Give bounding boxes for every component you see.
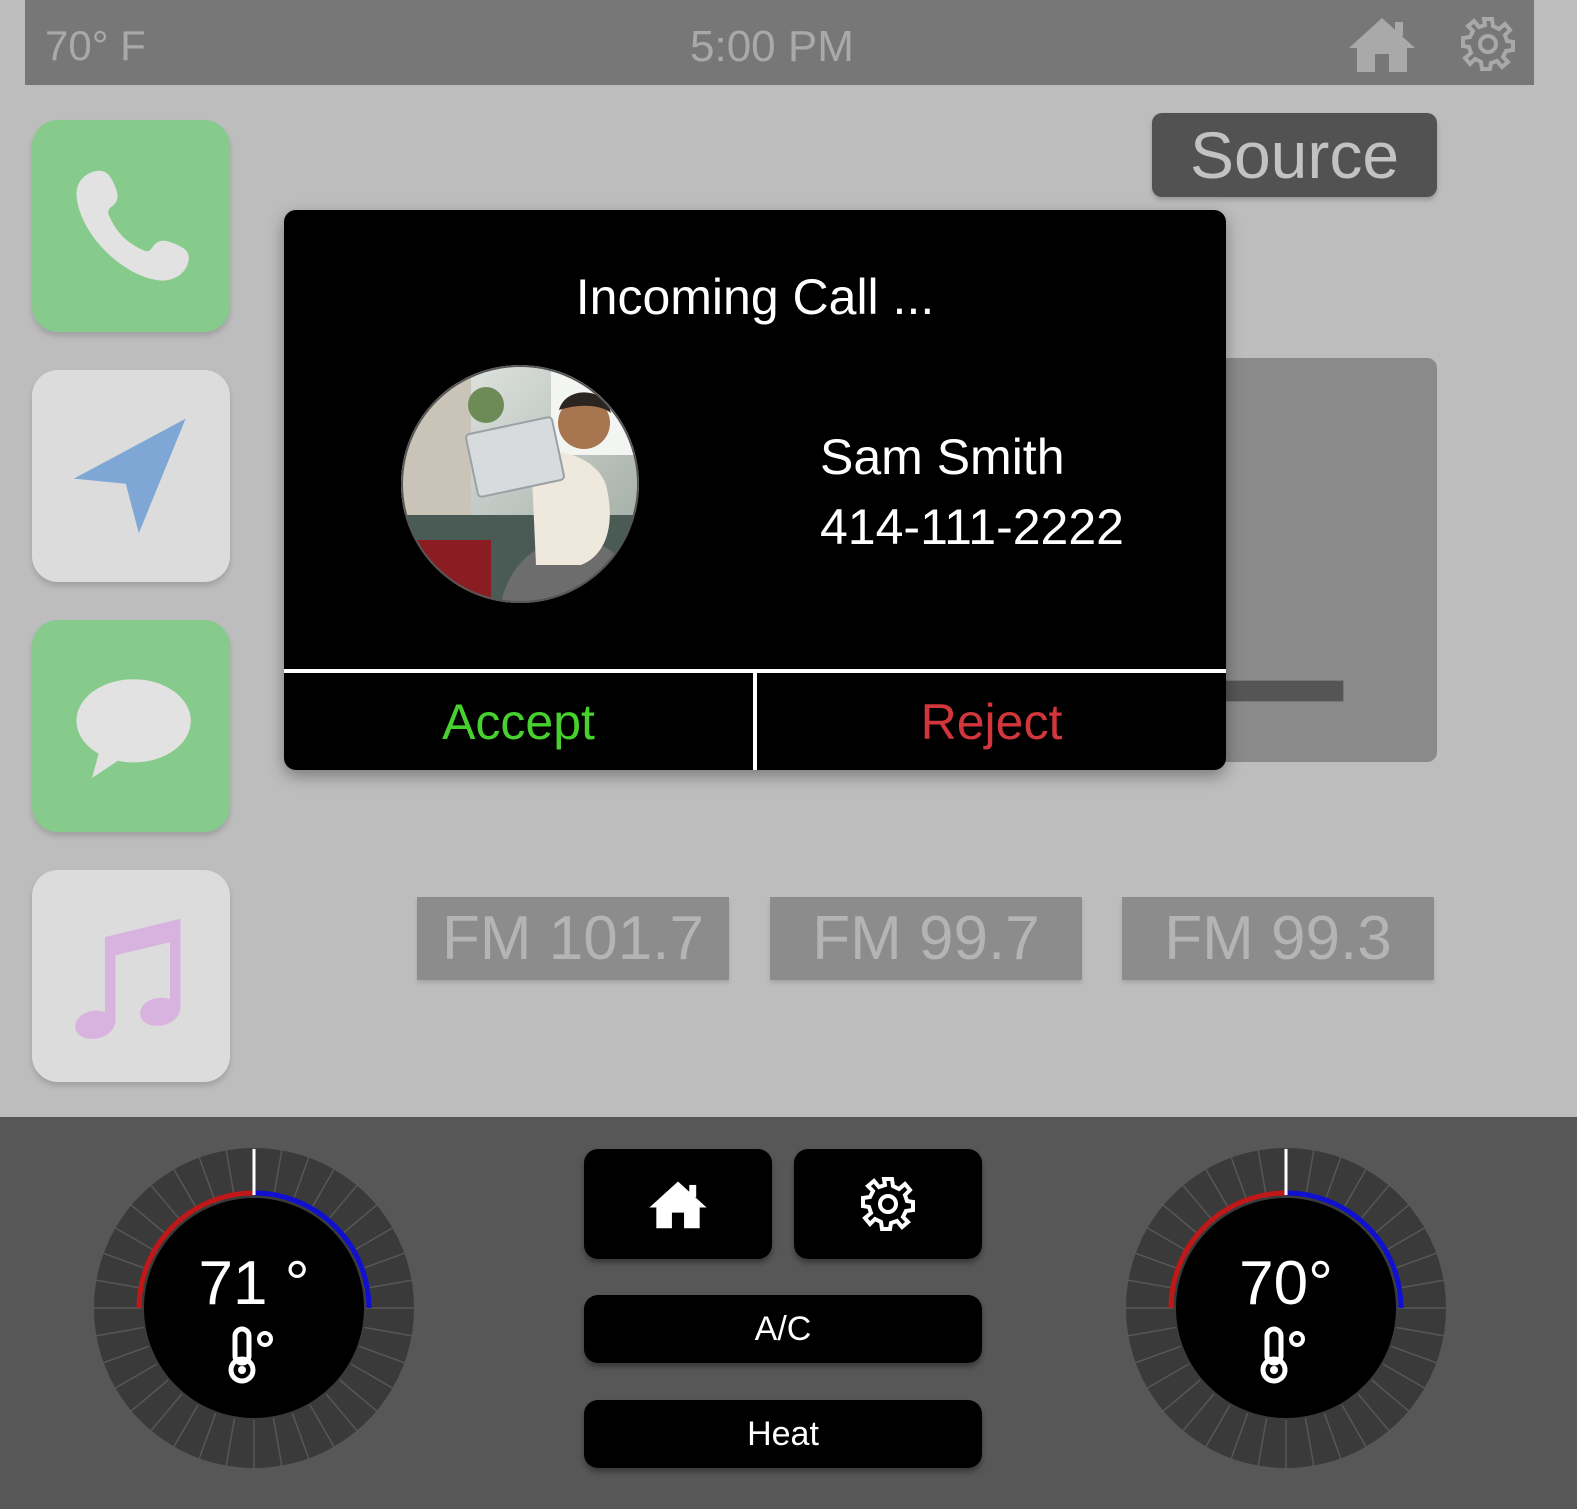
- preset-button-2[interactable]: FM 99.7: [770, 897, 1082, 980]
- navigation-arrow-icon: [73, 418, 186, 534]
- phone-icon: [76, 170, 189, 281]
- outside-temperature: 70° F: [45, 22, 146, 69]
- right-temperature-value: 70°: [1239, 1249, 1333, 1318]
- caller-number: 414-111-2222: [820, 499, 1124, 555]
- preset-button-3[interactable]: FM 99.3: [1122, 897, 1434, 980]
- messages-app-tile[interactable]: [32, 620, 230, 832]
- message-bubble-icon: [76, 679, 191, 778]
- preset-button-1[interactable]: FM 101.7: [417, 897, 729, 980]
- left-temperature-dial[interactable]: 71 °: [89, 1143, 419, 1473]
- music-app-tile[interactable]: [32, 870, 230, 1082]
- ac-button[interactable]: A/C: [584, 1295, 982, 1363]
- thermometer-icon: [225, 1325, 285, 1390]
- navigation-app-tile[interactable]: [32, 370, 230, 582]
- left-temperature-value: 71 °: [198, 1249, 310, 1318]
- right-temperature-dial[interactable]: 70°: [1121, 1143, 1451, 1473]
- climate-home-button[interactable]: [584, 1149, 772, 1259]
- media-progress-bar[interactable]: [1220, 680, 1344, 702]
- source-button[interactable]: Source: [1152, 113, 1437, 197]
- status-bar: 70° F 5:00 PM: [25, 0, 1534, 85]
- home-icon[interactable]: [1347, 14, 1417, 74]
- thermometer-icon: [1257, 1325, 1317, 1390]
- music-note-icon: [75, 918, 181, 1039]
- phone-app-tile[interactable]: [32, 120, 230, 332]
- gear-icon: [861, 1177, 915, 1231]
- clock: 5:00 PM: [690, 22, 854, 71]
- caller-avatar: [401, 365, 639, 603]
- caller-name: Sam Smith: [820, 429, 1065, 485]
- home-icon: [649, 1181, 707, 1229]
- accept-call-button[interactable]: Accept: [284, 673, 753, 770]
- gear-icon[interactable]: [1460, 16, 1516, 72]
- reject-call-button[interactable]: Reject: [757, 673, 1226, 770]
- dialog-title: Incoming Call ...: [575, 269, 935, 325]
- climate-settings-button[interactable]: [794, 1149, 982, 1259]
- heat-button[interactable]: Heat: [584, 1400, 982, 1468]
- incoming-call-dialog: Incoming Call ... Sam Smith 414-111-2222: [284, 210, 1226, 770]
